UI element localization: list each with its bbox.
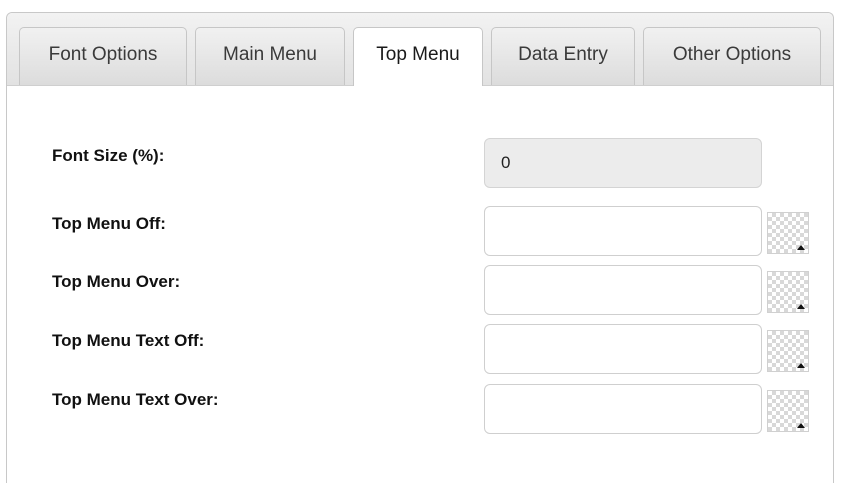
top-menu-over-label: Top Menu Over: [52,272,181,291]
tab-other-options[interactable]: Other Options [643,27,821,85]
top-menu-text-over-input[interactable] [484,384,762,434]
triangle-up-icon [797,363,805,368]
top-menu-off-label: Top Menu Off: [52,214,166,233]
tab-label: Main Menu [223,43,317,65]
triangle-up-icon [797,304,805,309]
triangle-up-icon [797,245,805,250]
top-menu-over-input[interactable] [484,265,762,315]
top-menu-text-off-label: Top Menu Text Off: [52,331,205,350]
top-menu-text-off-input[interactable] [484,324,762,374]
tab-font-options[interactable]: Font Options [19,27,187,85]
tab-top-menu[interactable]: Top Menu [353,27,483,86]
triangle-up-icon [797,423,805,428]
top-menu-off-input[interactable] [484,206,762,256]
tab-label: Other Options [672,43,792,65]
tab-bar: Font Options Main Menu Top Menu Data Ent… [7,13,833,86]
tab-label: Data Entry [518,43,608,65]
tab-main-menu[interactable]: Main Menu [195,27,345,85]
top-menu-text-over-label: Top Menu Text Over: [52,390,219,409]
top-menu-off-color-picker-icon[interactable] [767,212,809,254]
tab-label: Top Menu [376,44,460,65]
tab-data-entry[interactable]: Data Entry [491,27,635,85]
font-size-label: Font Size (%): [52,146,165,165]
top-menu-text-off-color-picker-icon[interactable] [767,330,809,372]
top-menu-over-color-picker-icon[interactable] [767,271,809,313]
font-size-input[interactable] [484,138,762,188]
top-menu-text-over-color-picker-icon[interactable] [767,390,809,432]
tab-label: Font Options [48,43,158,65]
